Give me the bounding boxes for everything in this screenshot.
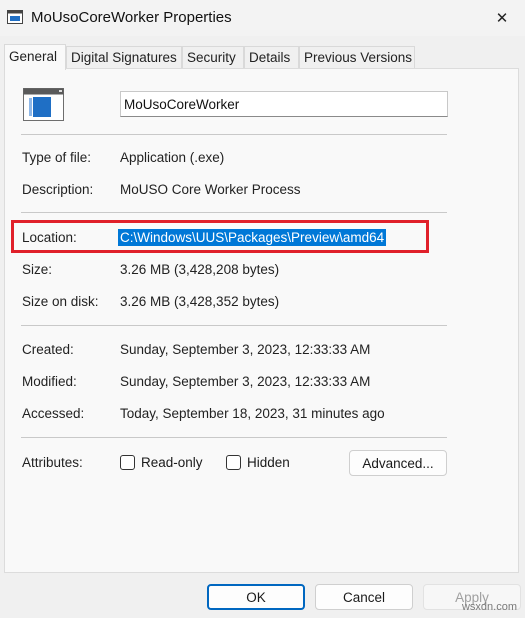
file-name-input[interactable] xyxy=(120,91,448,117)
title-bar: MoUsoCoreWorker Properties ✕ xyxy=(0,0,525,36)
divider xyxy=(21,134,447,135)
size-value: 3.26 MB (3,428,208 bytes) xyxy=(120,262,280,277)
divider xyxy=(21,437,447,438)
window-title: MoUsoCoreWorker Properties xyxy=(31,9,232,26)
accessed-label: Accessed: xyxy=(22,406,85,421)
close-icon: ✕ xyxy=(495,10,509,27)
general-tab-panel: Type of file: Application (.exe) Descrip… xyxy=(4,68,519,573)
read-only-label: Read-only xyxy=(141,455,203,470)
location-value[interactable]: C:\Windows\UUS\Packages\Preview\amd64 xyxy=(118,229,387,246)
hidden-checkbox[interactable]: Hidden xyxy=(226,455,290,470)
tab-previous-versions[interactable]: Previous Versions xyxy=(299,46,415,68)
divider xyxy=(21,325,447,326)
read-only-checkbox-box[interactable] xyxy=(120,455,135,470)
type-of-file-value: Application (.exe) xyxy=(120,150,225,165)
divider xyxy=(21,212,447,213)
modified-label: Modified: xyxy=(22,374,77,389)
location-selected-text[interactable]: C:\Windows\UUS\Packages\Preview\amd64 xyxy=(118,229,387,246)
tab-details[interactable]: Details xyxy=(244,46,299,68)
description-value: MoUSO Core Worker Process xyxy=(120,182,301,197)
hidden-checkbox-box[interactable] xyxy=(226,455,241,470)
created-value: Sunday, September 3, 2023, 12:33:33 AM xyxy=(120,342,371,357)
created-label: Created: xyxy=(22,342,74,357)
application-icon xyxy=(23,88,65,122)
read-only-checkbox[interactable]: Read-only xyxy=(120,455,203,470)
size-label: Size: xyxy=(22,262,53,277)
ok-button[interactable]: OK xyxy=(207,584,305,610)
tab-security[interactable]: Security xyxy=(182,46,244,68)
watermark-text: wsxdn.com xyxy=(461,601,517,613)
advanced-button[interactable]: Advanced... xyxy=(349,450,447,476)
tab-general[interactable]: General xyxy=(4,44,66,70)
size-on-disk-label: Size on disk: xyxy=(22,294,99,309)
size-on-disk-value: 3.26 MB (3,428,352 bytes) xyxy=(120,294,280,309)
attributes-label: Attributes: xyxy=(22,455,83,470)
close-button[interactable]: ✕ xyxy=(479,0,525,36)
modified-value: Sunday, September 3, 2023, 12:33:33 AM xyxy=(120,374,371,389)
hidden-label: Hidden xyxy=(247,455,290,470)
cancel-button[interactable]: Cancel xyxy=(315,584,413,610)
type-of-file-label: Type of file: xyxy=(22,150,92,165)
accessed-value: Today, September 18, 2023, 31 minutes ag… xyxy=(120,406,385,421)
location-label: Location: xyxy=(22,230,77,245)
tab-digital-signatures[interactable]: Digital Signatures xyxy=(66,46,182,68)
description-label: Description: xyxy=(22,182,94,197)
properties-window-icon xyxy=(7,10,23,24)
